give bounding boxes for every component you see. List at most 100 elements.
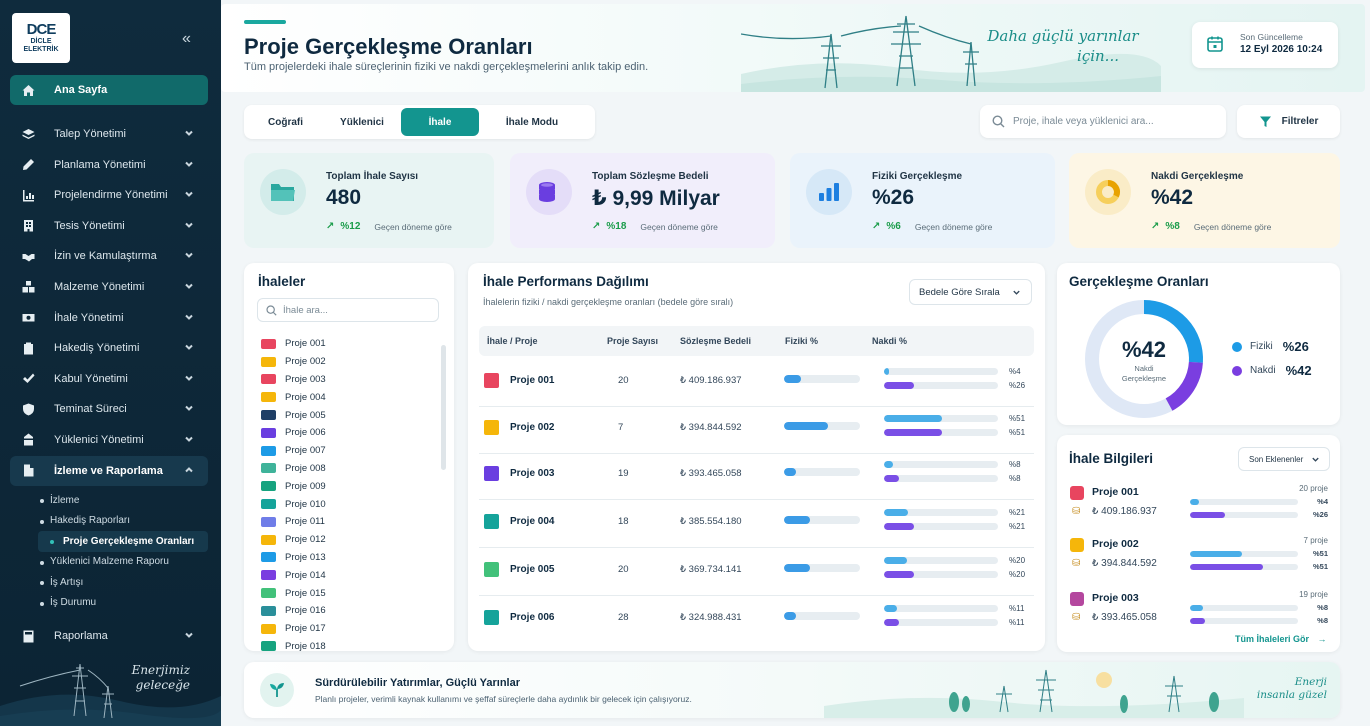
cash-physical-pct: %20 — [1009, 556, 1026, 565]
row-tender-name: Proje 005 — [510, 564, 555, 575]
tab-cografi[interactable]: Coğrafi — [248, 108, 323, 136]
sidebar-item-teminat-sureci[interactable]: Teminat Süreci — [10, 394, 208, 424]
table-row[interactable]: Proje 003 19 ₺ 393.465.058 %8 %8 — [479, 453, 1034, 500]
banner-slogan-line-1: Enerji — [1294, 676, 1327, 688]
sidebar-item-ana-sayfa[interactable]: Ana Sayfa — [10, 75, 208, 105]
sidebar-subitem-hakedis-raporlari[interactable]: Hakediş Raporları — [10, 511, 208, 532]
sort-select[interactable]: Bedele Göre Sırala — [909, 279, 1032, 305]
physical-progress-fill — [1190, 605, 1203, 611]
list-item-label: Proje 009 — [285, 480, 326, 492]
cash-physical-pct: %51 — [1009, 414, 1026, 423]
title-accent — [244, 20, 286, 24]
tender-search-input[interactable] — [283, 304, 433, 316]
collapse-sidebar-icon[interactable]: « — [182, 30, 191, 48]
physical-progress-bar — [784, 422, 860, 430]
list-item-label: Proje 001 — [285, 338, 326, 350]
sidebar-item-planlama-yonetimi[interactable]: Planlama Yönetimi — [10, 150, 208, 180]
sidebar-item-kabul-yonetimi[interactable]: Kabul Yönetimi — [10, 364, 208, 394]
filter-button-label: Filtreler — [1281, 116, 1319, 127]
list-item[interactable]: Proje 013 — [261, 549, 431, 567]
list-item[interactable]: Proje 003 ⛁ ₺ 393.465.058 19 proje %8 %8 — [1070, 588, 1328, 638]
list-item[interactable]: Proje 006 — [261, 424, 431, 442]
sidebar-item-yuklenici-yonetimi[interactable]: Yüklenici Yönetimi — [10, 425, 208, 455]
list-item[interactable]: Proje 018 — [261, 638, 431, 656]
list-item[interactable]: Proje 007 — [261, 442, 431, 460]
list-item[interactable]: Proje 010 — [261, 495, 431, 513]
color-swatch — [484, 514, 499, 529]
last-update-value: 12 Eyl 2026 10:24 — [1240, 44, 1323, 55]
building-icon — [20, 219, 36, 233]
sidebar-subitem-yuklenici-malzeme-raporu[interactable]: Yüklenici Malzeme Raporu — [10, 552, 208, 573]
list-item[interactable]: Proje 001 ⛁ ₺ 409.186.937 20 proje %4 %26 — [1070, 482, 1328, 532]
global-search-input[interactable] — [1013, 116, 1213, 127]
tender-list-scrollbar[interactable] — [441, 345, 446, 470]
cash-pct: %20 — [1009, 570, 1026, 579]
color-swatch — [484, 466, 499, 481]
tab-ihale-modu[interactable]: İhale Modu — [479, 108, 585, 136]
list-item[interactable]: Proje 017 — [261, 620, 431, 638]
color-swatch — [261, 570, 276, 581]
table-row[interactable]: Proje 006 28 ₺ 324.988.431 %11 %11 — [479, 597, 1034, 644]
table-row[interactable]: Proje 001 20 ₺ 409.186.937 %4 %26 — [479, 360, 1034, 407]
cash-physical-fill — [884, 368, 889, 375]
tender-search[interactable] — [257, 298, 439, 322]
sidebar-subitem-is-durumu[interactable]: İş Durumu — [10, 593, 208, 614]
color-swatch — [261, 588, 276, 599]
list-item[interactable]: Proje 004 — [261, 388, 431, 406]
list-item[interactable]: Proje 014 — [261, 566, 431, 584]
filter-button[interactable]: Filtreler — [1237, 105, 1340, 138]
see-all-tenders-link[interactable]: Tüm İhaleleri Gör → — [1235, 634, 1327, 644]
sidebar-subitem-is-artisi[interactable]: İş Artışı — [10, 572, 208, 593]
sidebar-item-izleme-ve-raporlama[interactable]: İzleme ve Raporlama — [10, 455, 208, 486]
list-item[interactable]: Proje 012 — [261, 531, 431, 549]
sidebar-item-hakedis-yonetimi[interactable]: Hakediş Yönetimi — [10, 333, 208, 363]
kpi-trend-value: %12 — [340, 221, 361, 232]
recent-select[interactable]: Son Eklenenler — [1238, 447, 1330, 471]
tab-yuklenici[interactable]: Yüklenici — [323, 108, 401, 136]
list-item[interactable]: Proje 002 ⛁ ₺ 394.844.592 7 proje %51 %51 — [1070, 534, 1328, 584]
kpi-card-toplam-ihale-sayisi[interactable]: Toplam İhale Sayısı 480 ↗ %12 Geçen döneme g… — [244, 153, 494, 248]
layers-icon — [20, 127, 36, 141]
list-item[interactable]: Proje 001 — [261, 335, 431, 353]
sidebar-item-projelendirme-yonetimi[interactable]: Projelendirme Yönetimi — [10, 180, 208, 210]
kpi-card-nakdi-gerceklesme[interactable]: Nakdi Gerçekleşme %42 ↗ %8 Geçen döneme göre — [1069, 153, 1340, 248]
list-item[interactable]: Proje 003 — [261, 371, 431, 389]
kpi-card-toplam-sozlesme-bedeli[interactable]: Toplam Sözleşme Bedeli ₺ 9,99 Milyar ↗ %18 G… — [510, 153, 775, 248]
physical-progress-bar — [784, 468, 860, 476]
kpi-card-fiziki-gerceklesme[interactable]: Fiziki Gerçekleşme %26 ↗ %6 Geçen döneme gör… — [790, 153, 1055, 248]
tab-ihale[interactable]: İhale — [401, 108, 479, 136]
header-slogan-line-1: Daha güçlü yarınlar — [987, 27, 1139, 45]
cash-fill — [884, 523, 914, 530]
list-item[interactable]: Proje 005 — [261, 406, 431, 424]
sidebar-item-ihale-yonetimi[interactable]: İhale Yönetimi — [10, 303, 208, 333]
folder-icon — [260, 169, 306, 215]
kpi-trend-note: Geçen döneme göre — [1193, 221, 1272, 232]
color-swatch — [261, 499, 276, 510]
color-swatch — [261, 356, 276, 367]
coins-icon — [526, 169, 572, 215]
list-item[interactable]: Proje 002 — [261, 353, 431, 371]
sidebar-subitem-izleme[interactable]: İzleme — [10, 490, 208, 511]
info-tender-name: Proje 002 — [1092, 538, 1139, 550]
sustainability-banner: Sürdürülebilir Yatırımlar, Güçlü Yarınla… — [244, 662, 1340, 718]
sidebar-item-malzeme-yonetimi[interactable]: Malzeme Yönetimi — [10, 272, 208, 302]
table-row[interactable]: Proje 005 20 ₺ 369.734.141 %20 %20 — [479, 549, 1034, 596]
list-item[interactable]: Proje 008 — [261, 460, 431, 478]
global-search[interactable] — [980, 105, 1226, 138]
sidebar-item-talep-yonetimi[interactable]: Talep Yönetimi — [10, 119, 208, 149]
company-logo[interactable]: DCE DİCLE ELEKTRİK — [12, 13, 70, 63]
coins-icon: ⛁ — [1072, 558, 1081, 569]
table-row[interactable]: Proje 002 7 ₺ 394.844.592 %51 %51 — [479, 407, 1034, 454]
list-item[interactable]: Proje 009 — [261, 477, 431, 495]
color-swatch — [261, 552, 276, 563]
sidebar-item-label: Ana Sayfa — [54, 84, 108, 96]
performance-table-header: İhale / Proje Proje Sayısı Sözleşme Bede… — [479, 326, 1034, 356]
table-row[interactable]: Proje 004 18 ₺ 385.554.180 %21 %21 — [479, 501, 1034, 548]
list-item[interactable]: Proje 016 — [261, 602, 431, 620]
sidebar-item-tesis-yonetimi[interactable]: Tesis Yönetimi — [10, 211, 208, 241]
list-item[interactable]: Proje 015 — [261, 584, 431, 602]
sidebar-subitem-proje-gerceklesme-oranlari[interactable]: Proje Gerçekleşme Oranları — [38, 531, 208, 552]
row-contract-value: ₺ 394.844.592 — [680, 422, 742, 433]
list-item[interactable]: Proje 011 — [261, 513, 431, 531]
sidebar-item-izin-ve-kamulastirma[interactable]: İzin ve Kamulaştırma — [10, 241, 208, 271]
